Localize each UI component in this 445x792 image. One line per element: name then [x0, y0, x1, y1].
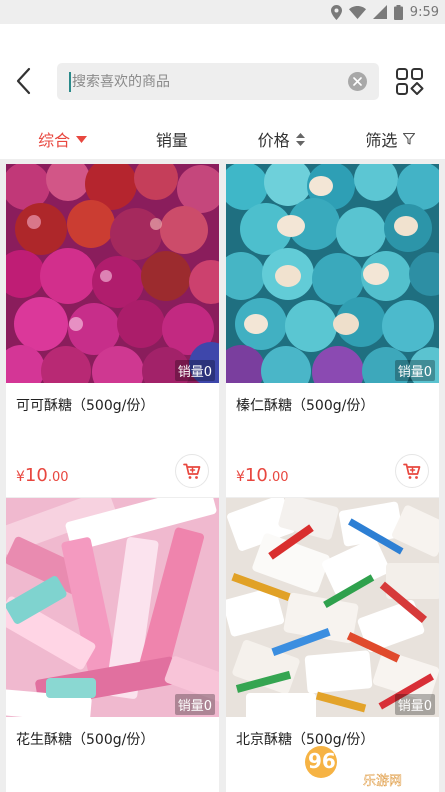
status-bar: 9:59 — [0, 0, 445, 24]
product-image[interactable]: 销量0 — [226, 498, 439, 717]
watermark-logo: 962.NET 乐游网 — [303, 738, 443, 790]
sales-count: 销量0 — [174, 694, 215, 715]
search-box[interactable] — [57, 63, 379, 100]
clear-icon[interactable] — [348, 72, 367, 91]
sort-tab-label: 筛选 — [365, 131, 398, 150]
cart-icon — [403, 463, 421, 479]
product-title[interactable]: 花生酥糖（500g/份） — [6, 717, 219, 777]
product-grid: 销量0 可可酥糖（500g/份） ¥10.00 销量0 榛仁酥糖（500g/份）… — [0, 159, 445, 792]
search-input[interactable] — [72, 73, 332, 90]
currency-symbol: ¥ — [16, 469, 25, 485]
filter-icon — [403, 133, 416, 145]
product-image[interactable]: 销量0 — [6, 164, 219, 383]
status-time: 9:59 — [409, 4, 439, 20]
add-to-cart-button[interactable] — [175, 454, 209, 488]
sort-tab-label: 销量 — [155, 131, 188, 150]
watermark-line2: 乐游网 — [363, 774, 402, 789]
product-price: ¥10.00 — [16, 465, 69, 486]
add-to-cart-button[interactable] — [395, 454, 429, 488]
product-card[interactable]: 销量0 花生酥糖（500g/份） — [6, 498, 219, 792]
caret-down-icon — [76, 135, 88, 143]
product-image[interactable]: 销量0 — [6, 498, 219, 717]
price-integer: 10 — [244, 465, 268, 486]
sort-tab-label: 价格 — [257, 131, 290, 150]
sales-count: 销量0 — [174, 360, 215, 381]
layout-toggle-icon[interactable] — [395, 67, 425, 97]
sales-count: 销量0 — [394, 694, 435, 715]
sort-arrows-icon — [295, 132, 305, 146]
text-cursor — [69, 71, 71, 92]
product-price: ¥10.00 — [236, 465, 289, 486]
sort-tab-price[interactable]: 价格 — [227, 119, 336, 159]
signal-icon — [372, 5, 387, 19]
product-card[interactable]: 销量0 可可酥糖（500g/份） ¥10.00 — [6, 164, 219, 497]
currency-symbol: ¥ — [236, 469, 245, 485]
sales-count: 销量0 — [394, 360, 435, 381]
battery-icon — [393, 4, 403, 20]
sort-tab-filter[interactable]: 筛选 — [336, 119, 445, 159]
location-icon — [330, 4, 342, 20]
sort-tab-comprehensive[interactable]: 综合 — [0, 119, 117, 159]
back-button[interactable] — [10, 64, 36, 98]
sort-tab-sales[interactable]: 销量 — [117, 119, 226, 159]
sort-tab-label: 综合 — [38, 131, 71, 150]
product-title[interactable]: 榛仁酥糖（500g/份） — [226, 383, 439, 443]
product-image[interactable]: 销量0 — [226, 164, 439, 383]
chevron-left-icon — [16, 67, 31, 95]
watermark-line1: 962.NET — [308, 749, 402, 773]
sort-bar: 综合 销量 价格 筛选 — [0, 119, 445, 159]
product-title[interactable]: 可可酥糖（500g/份） — [6, 383, 219, 443]
price-integer: 10 — [24, 465, 48, 486]
wifi-icon — [348, 5, 366, 19]
header — [0, 24, 445, 119]
cart-icon — [183, 463, 201, 479]
product-card[interactable]: 销量0 榛仁酥糖（500g/份） ¥10.00 — [226, 164, 439, 497]
price-decimal: .00 — [267, 470, 289, 485]
price-decimal: .00 — [47, 470, 69, 485]
